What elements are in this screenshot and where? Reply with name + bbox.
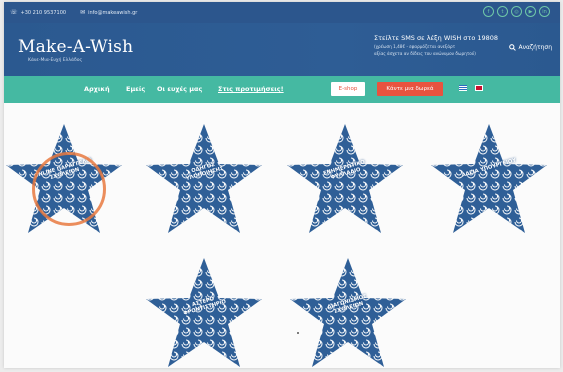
instagram-icon[interactable]: ◎ bbox=[511, 6, 522, 17]
search-button[interactable]: Αναζήτηση bbox=[508, 44, 553, 51]
greek-flag-icon[interactable] bbox=[459, 85, 467, 91]
star-icon bbox=[431, 124, 547, 233]
linkedin-icon[interactable]: in bbox=[539, 6, 550, 17]
search-label: Αναζήτηση bbox=[518, 44, 553, 51]
star-card-guide[interactable]: ΟΔΗΓΟΣ ΥΛΟΠΟΙΗΣΗΣ bbox=[144, 120, 264, 240]
star-card-brochure[interactable]: ΕΝΗΜΕΡΩΤΙΚΟ ΦΥΛΛΑΔΙΟ bbox=[285, 120, 405, 240]
phone-contact[interactable]: ☏ +30 210 9537100 bbox=[10, 9, 66, 16]
sms-line-1: Στείλτε SMS σε λέξη WISH στο 19808 bbox=[374, 34, 499, 42]
donate-button[interactable]: Κάντε μια δωρεά bbox=[377, 82, 443, 96]
main-navigation: Αρχική Εμείς Οι ευχές μας Στις προτιμήσε… bbox=[4, 76, 560, 103]
uk-flag-icon[interactable] bbox=[475, 85, 483, 91]
star-card-tutoring[interactable]: ΑΣΤΕΡΟ ΦΡΟΝΤΙΣΤΗΡΙΟ bbox=[144, 254, 264, 368]
browser-screenshot: ☏ +30 210 9537100 ✉ info@makeawish.gr f … bbox=[4, 2, 560, 368]
email-contact[interactable]: ✉ info@makeawish.gr bbox=[80, 9, 137, 16]
top-contact-bar: ☏ +30 210 9537100 ✉ info@makeawish.gr f … bbox=[4, 2, 560, 23]
star-card-ministry-permit[interactable]: ΑΔΕΙΑ ΥΠΟΥΡΓΕΙΟΥ bbox=[429, 120, 549, 240]
star-icon bbox=[287, 124, 403, 233]
site-header: Make-A-Wish Κάνε-Μια-Ευχή Ελλάδος Στείλτ… bbox=[4, 23, 560, 76]
nav-item-preferences[interactable]: Στις προτιμήσεις! bbox=[218, 85, 284, 93]
highlight-circle bbox=[32, 152, 106, 226]
dust-speck bbox=[297, 332, 299, 334]
eshop-button[interactable]: E-shop bbox=[331, 82, 365, 96]
facebook-icon[interactable]: f bbox=[483, 6, 494, 17]
search-icon bbox=[508, 44, 516, 51]
site-logo[interactable]: Make-A-Wish bbox=[18, 37, 133, 57]
email-address: info@makeawish.gr bbox=[88, 9, 138, 16]
youtube-icon[interactable]: ▶ bbox=[525, 6, 536, 17]
nav-item-wishes[interactable]: Οι ευχές μας bbox=[157, 85, 202, 93]
email-icon: ✉ bbox=[80, 9, 86, 16]
logo-subtitle: Κάνε-Μια-Ευχή Ελλάδος bbox=[28, 58, 83, 63]
star-icon bbox=[146, 124, 262, 233]
sms-donation-info: Στείλτε SMS σε λέξη WISH στο 19808 (χρέω… bbox=[374, 34, 514, 56]
sms-line-3: αξίας άσχετα αν δίδεις του ανώνυμου δωρη… bbox=[374, 51, 476, 56]
twitter-icon[interactable]: t bbox=[497, 6, 508, 17]
nav-item-about[interactable]: Εμείς bbox=[126, 85, 145, 93]
nav-item-home[interactable]: Αρχική bbox=[84, 85, 110, 93]
sms-line-2: (χρέωση 1,48€ - εφαρμόζεται ανεξάρτ bbox=[374, 44, 456, 49]
star-card-school-contest[interactable]: ΔΙΑΓΩΝΙΣΜΟΣ ΣΧΟΛΕΙΩΝ bbox=[288, 254, 408, 368]
phone-icon: ☏ bbox=[10, 9, 18, 16]
phone-number: +30 210 9537100 bbox=[20, 9, 67, 16]
social-links: f t ◎ ▶ in bbox=[483, 6, 550, 17]
